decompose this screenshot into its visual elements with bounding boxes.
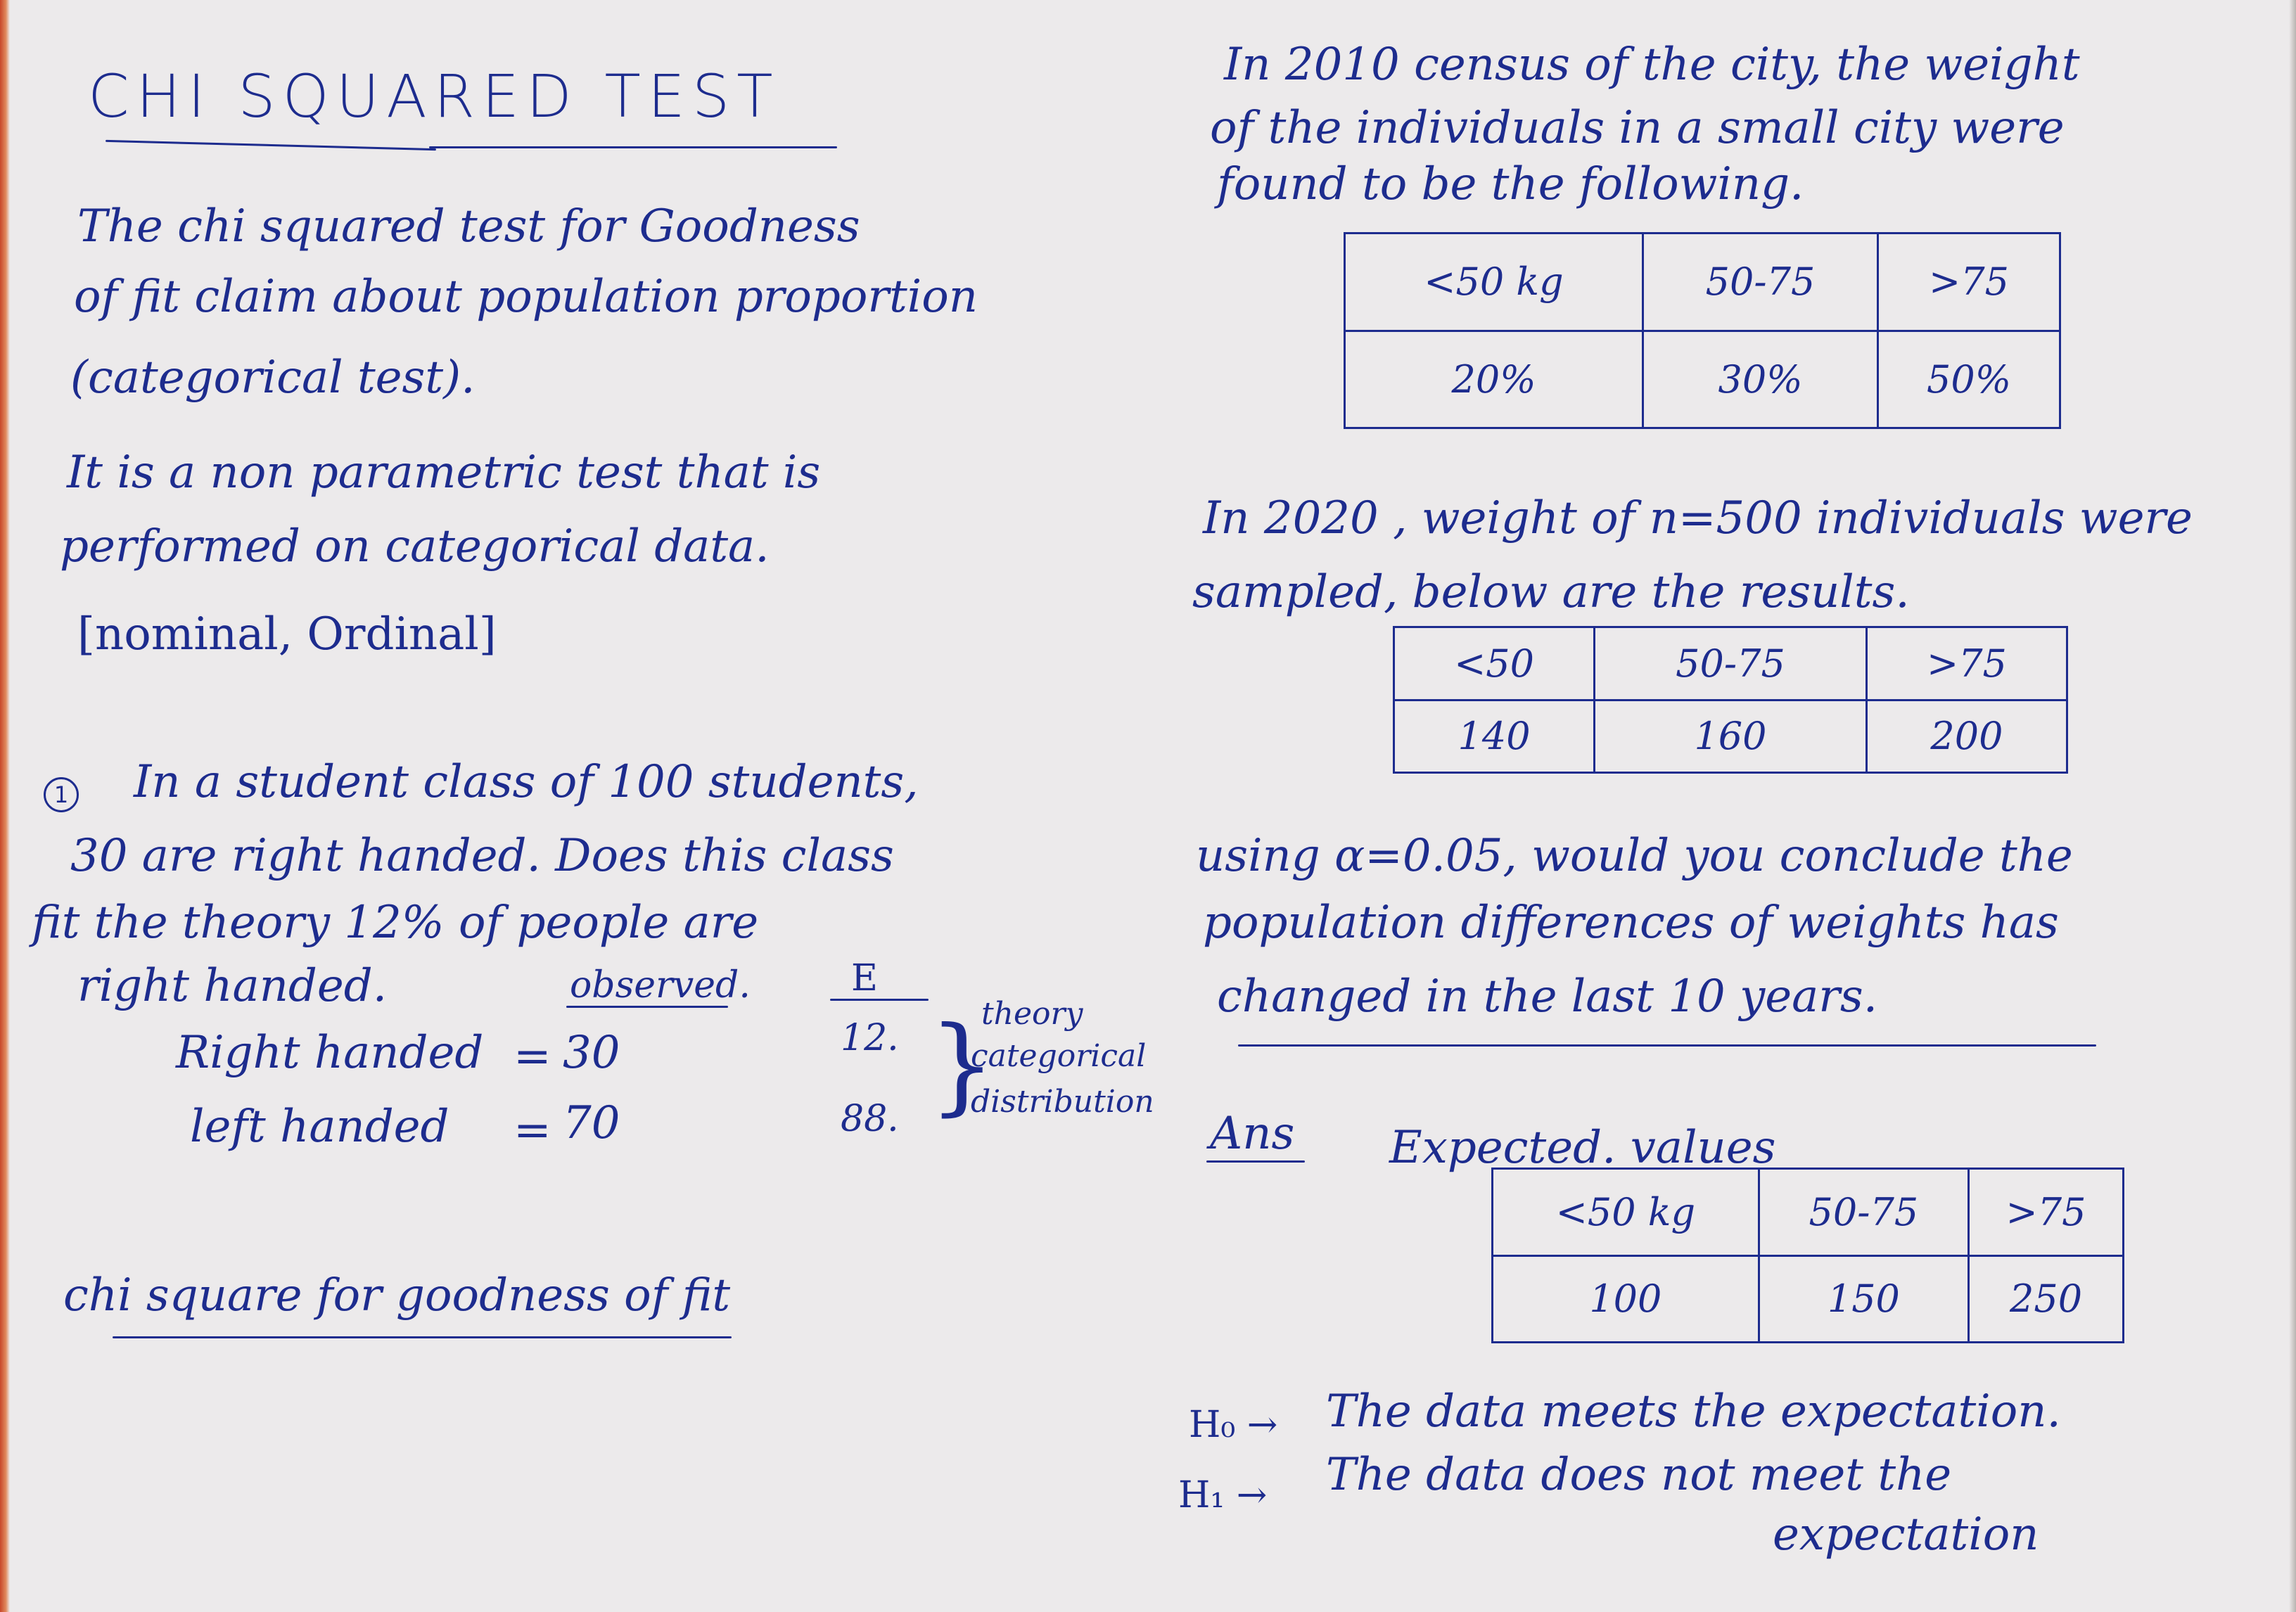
q1-line-1: In a student class of 100 students, bbox=[134, 756, 919, 808]
expected-header-1: <50 kg bbox=[1491, 1168, 1760, 1257]
expected-value-3: 250 bbox=[1967, 1254, 2124, 1343]
census-2010-header-1: <50 kg bbox=[1344, 232, 1644, 332]
sample-2020-header-2: 50-75 bbox=[1593, 626, 1868, 701]
intro-line-2: of fit claim about population proportion bbox=[74, 271, 978, 323]
title-underline-2 bbox=[429, 146, 837, 148]
brace-note-1: theory bbox=[981, 996, 1083, 1032]
census-2010-header-2: 50-75 bbox=[1642, 232, 1879, 332]
paper-edge-right bbox=[2289, 0, 2296, 1612]
nonparam-line-3: [nominal, Ordinal] bbox=[77, 608, 497, 660]
h1-label: H₁ → bbox=[1178, 1474, 1268, 1516]
census-line-3: found to be the following. bbox=[1217, 158, 1804, 210]
census-2010-header-3: >75 bbox=[1877, 232, 2061, 332]
q1-line-3: fit the theory 12% of people are bbox=[32, 897, 759, 949]
row-right-handed-eq: = bbox=[514, 1030, 551, 1082]
brace-note-2: categorical bbox=[971, 1038, 1147, 1074]
expected-header: E bbox=[851, 957, 878, 999]
intro-line-3: (categorical test). bbox=[70, 352, 476, 404]
q1-line-4: right handed. bbox=[77, 960, 388, 1012]
expected-values-table: <50 kg 50-75 >75 100 150 250 bbox=[1491, 1168, 2124, 1343]
question-underline bbox=[1238, 1044, 2096, 1047]
h1-text: The data does not meet the bbox=[1326, 1449, 1952, 1501]
expected-values-label: Expected. values bbox=[1389, 1122, 1776, 1174]
answer-underline bbox=[1206, 1160, 1305, 1163]
census-2010-table: <50 kg 50-75 >75 20% 30% 50% bbox=[1344, 232, 2061, 429]
row-right-handed-observed: 30 bbox=[563, 1027, 620, 1079]
census-2010-value-3: 50% bbox=[1877, 329, 2061, 429]
sample-2020-header-1: <50 bbox=[1392, 626, 1596, 701]
row-left-handed-observed: 70 bbox=[563, 1097, 620, 1149]
paper-edge-left bbox=[0, 0, 10, 1612]
h0-label: H₀ → bbox=[1189, 1404, 1278, 1446]
expected-value-2: 150 bbox=[1757, 1254, 1970, 1343]
title-underline bbox=[106, 139, 436, 151]
sample-2020-value-3: 200 bbox=[1865, 698, 2069, 774]
census-line-1: In 2010 census of the city, the weight bbox=[1224, 39, 2080, 91]
row-left-handed-label: left handed bbox=[190, 1101, 449, 1153]
row-left-handed-expected: 88. bbox=[841, 1098, 899, 1140]
sample-line-1: In 2020 , weight of n=500 individuals we… bbox=[1203, 492, 2193, 544]
sample-line-2: sampled, below are the results. bbox=[1192, 566, 1910, 618]
sample-2020-value-1: 140 bbox=[1392, 698, 1596, 774]
row-left-handed-eq: = bbox=[514, 1104, 551, 1156]
question-line-1: using α=0.05, would you conclude the bbox=[1196, 830, 2073, 882]
row-right-handed-expected: 12. bbox=[841, 1017, 899, 1059]
row-right-handed-label: Right handed bbox=[176, 1027, 484, 1079]
expected-underline bbox=[830, 999, 929, 1001]
intro-line-1: The chi squared test for Goodness bbox=[77, 200, 860, 252]
census-2010-value-2: 30% bbox=[1642, 329, 1879, 429]
observed-header: observed. bbox=[570, 964, 751, 1006]
sample-2020-table: <50 50-75 >75 140 160 200 bbox=[1392, 626, 2069, 774]
expected-header-3: >75 bbox=[1967, 1168, 2124, 1257]
answer-label: Ans bbox=[1210, 1108, 1295, 1160]
nonparam-line-2: performed on categorical data. bbox=[60, 520, 770, 572]
footer-heading: chi square for goodness of fit bbox=[63, 1269, 731, 1322]
q1-line-2: 30 are right handed. Does this class bbox=[70, 830, 894, 882]
brace-note-3: distribution bbox=[971, 1084, 1154, 1120]
census-line-2: of the individuals in a small city were bbox=[1210, 102, 2065, 154]
h1-text-continued: expectation bbox=[1773, 1509, 2039, 1561]
observed-underline bbox=[566, 1006, 728, 1008]
sample-2020-header-3: >75 bbox=[1865, 626, 2069, 701]
nonparam-line-1: It is a non parametric test that is bbox=[67, 447, 821, 499]
question-number-circle: 1 bbox=[44, 777, 79, 812]
census-2010-value-1: 20% bbox=[1344, 329, 1644, 429]
expected-value-1: 100 bbox=[1491, 1254, 1760, 1343]
page-title: CHI SQUARED TEST bbox=[88, 62, 780, 131]
question-line-3: changed in the last 10 years. bbox=[1217, 971, 1878, 1023]
question-line-2: population differences of weights has bbox=[1203, 897, 2059, 949]
expected-header-2: 50-75 bbox=[1757, 1168, 1970, 1257]
h0-text: The data meets the expectation. bbox=[1326, 1386, 2061, 1438]
sample-2020-value-2: 160 bbox=[1593, 698, 1868, 774]
footer-underline bbox=[113, 1336, 732, 1338]
